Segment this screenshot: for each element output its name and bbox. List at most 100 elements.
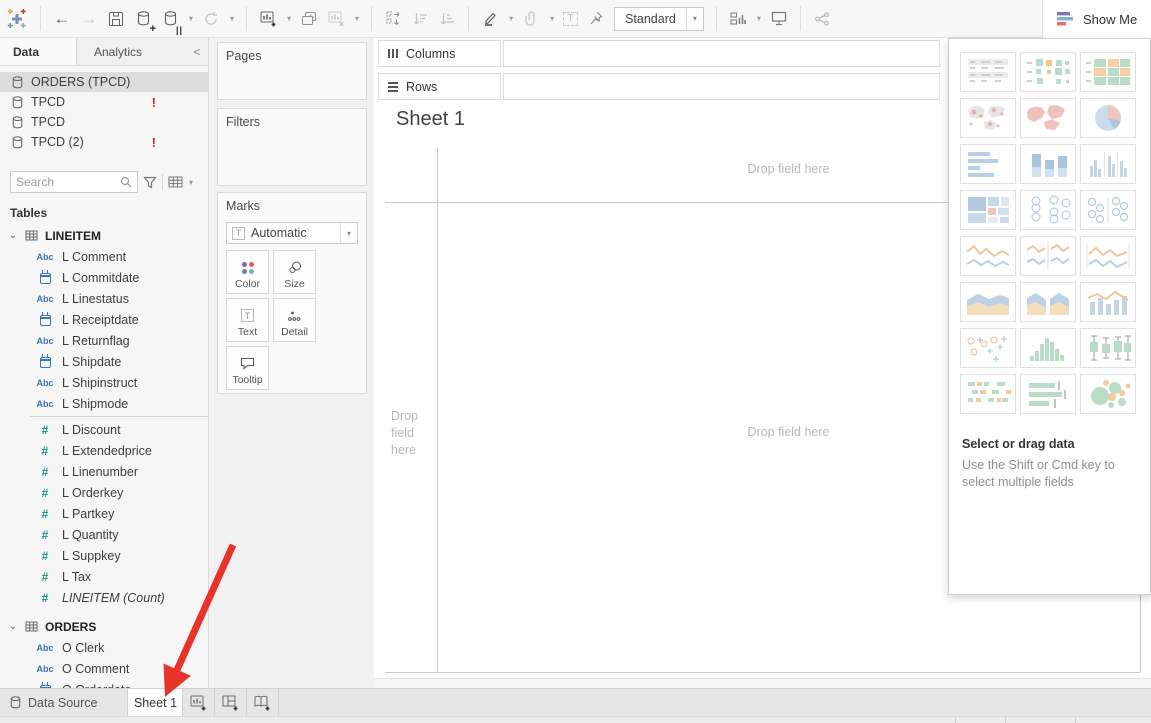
field-l-returnflag[interactable]: AbcL Returnflag [0, 330, 208, 351]
group-members-button[interactable] [522, 5, 540, 33]
field-l-shipmode[interactable]: AbcL Shipmode [0, 393, 208, 414]
clear-sheet-caret[interactable]: ▾ [355, 14, 359, 23]
mark-type-dropdown[interactable]: T Automatic ▾ [226, 222, 358, 244]
drop-zone-rows[interactable]: Drop field here [391, 408, 433, 459]
field-l-discount[interactable]: #L Discount [0, 419, 208, 440]
field-l-shipinstruct[interactable]: AbcL Shipinstruct [0, 372, 208, 393]
showme-bullet-graph-thumbnail[interactable] [1020, 374, 1076, 414]
showme-dual-lines-thumbnail[interactable] [1080, 236, 1136, 276]
showme-text-table-thumbnail[interactable] [960, 52, 1016, 92]
fit-selector-caret[interactable]: ▾ [686, 8, 703, 30]
show-me-button[interactable]: Show Me [1042, 0, 1151, 38]
showme-packed-bubbles-thumbnail[interactable] [1080, 374, 1136, 414]
showme-filled-map-thumbnail[interactable] [1020, 98, 1076, 138]
highlight-caret[interactable]: ▾ [509, 14, 513, 23]
refresh-data-source-button[interactable] [202, 5, 220, 33]
tab-data[interactable]: Data [0, 38, 77, 65]
show-hide-cards-caret[interactable]: ▾ [757, 14, 761, 23]
showme-stacked-bars-thumbnail[interactable] [1020, 144, 1076, 184]
table-orders[interactable]: ⌄ ORDERS [0, 616, 208, 637]
tableau-logo-icon[interactable] [6, 5, 28, 33]
showme-continuous-lines-thumbnail[interactable] [960, 236, 1016, 276]
rows-shelf[interactable] [503, 73, 940, 100]
field-o-orderdate[interactable]: O Orderdate [0, 679, 208, 688]
tab-analytics[interactable]: Analytics [77, 38, 186, 65]
sort-descending-button[interactable] [438, 5, 456, 33]
showme-continuous-area-thumbnail[interactable] [960, 282, 1016, 322]
sheet1-tab[interactable]: Sheet 1 [127, 689, 183, 716]
color-button[interactable]: Color [226, 250, 269, 294]
show-hide-cards-button[interactable] [729, 5, 747, 33]
field-lineitem-count[interactable]: #LINEITEM (Count) [0, 587, 208, 608]
new-story-tab-button[interactable] [247, 689, 279, 716]
showme-circle-views-thumbnail[interactable] [1020, 190, 1076, 230]
pause-updates-caret[interactable]: ▾ [189, 14, 193, 23]
presentation-mode-button[interactable] [770, 5, 788, 33]
show-mark-labels-button[interactable]: T [563, 12, 578, 26]
duplicate-sheet-button[interactable] [300, 5, 318, 33]
detail-button[interactable]: Detail [273, 298, 316, 342]
text-button[interactable]: T Text [226, 298, 269, 342]
sort-ascending-button[interactable] [411, 5, 429, 33]
search-input[interactable] [16, 175, 120, 189]
field-l-partkey[interactable]: #L Partkey [0, 503, 208, 524]
showme-side-by-side-bars-thumbnail[interactable] [1080, 144, 1136, 184]
view-data-grid-button[interactable] [168, 176, 183, 188]
grid-view-caret[interactable]: ▾ [189, 178, 193, 187]
showme-horizontal-bars-thumbnail[interactable] [960, 144, 1016, 184]
save-button[interactable] [107, 5, 125, 33]
showme-scatter-plot-thumbnail[interactable] [960, 328, 1016, 368]
field-l-tax[interactable]: #L Tax [0, 566, 208, 587]
filter-fields-button[interactable] [143, 176, 157, 189]
showme-discrete-area-thumbnail[interactable] [1020, 282, 1076, 322]
field-l-linenumber[interactable]: #L Linenumber [0, 461, 208, 482]
field-l-extendedprice[interactable]: #L Extendedprice [0, 440, 208, 461]
field-o-clerk[interactable]: AbcO Clerk [0, 637, 208, 658]
new-dashboard-tab-button[interactable] [215, 689, 247, 716]
field-l-receiptdate[interactable]: L Receiptdate [0, 309, 208, 330]
add-data-source-button[interactable]: + [134, 5, 152, 33]
showme-highlight-table-thumbnail[interactable] [1080, 52, 1136, 92]
search-box[interactable] [10, 171, 138, 193]
collapse-pane-button[interactable]: < [186, 38, 208, 65]
new-worksheet-button[interactable] [259, 5, 277, 33]
columns-shelf[interactable] [503, 40, 940, 67]
clear-sheet-button[interactable] [327, 5, 345, 33]
field-l-quantity[interactable]: #L Quantity [0, 524, 208, 545]
showme-pie-chart-thumbnail[interactable] [1080, 98, 1136, 138]
showme-box-and-whisker-thumbnail[interactable] [1080, 328, 1136, 368]
pause-auto-updates-button[interactable]: || [161, 5, 179, 33]
swap-rows-columns-button[interactable] [384, 5, 402, 33]
new-worksheet-tab-button[interactable] [183, 689, 215, 716]
datasource-item[interactable]: ORDERS (TPCD) [0, 72, 208, 92]
pages-shelf[interactable]: Pages [217, 42, 367, 100]
share-workbook-button[interactable] [813, 5, 831, 33]
showme-dual-combination-thumbnail[interactable] [1080, 282, 1136, 322]
new-sheet-caret[interactable]: ▾ [287, 14, 291, 23]
showme-gantt-thumbnail[interactable] [960, 374, 1016, 414]
mark-type-caret[interactable]: ▾ [340, 223, 357, 243]
field-l-shipdate[interactable]: L Shipdate [0, 351, 208, 372]
field-l-linestatus[interactable]: AbcL Linestatus [0, 288, 208, 309]
chevron-down-icon[interactable]: ⌄ [8, 230, 18, 241]
showme-heat-map-thumbnail[interactable] [1020, 52, 1076, 92]
chevron-down-icon[interactable]: ⌄ [8, 621, 18, 632]
refresh-caret[interactable]: ▾ [230, 14, 234, 23]
datasource-item[interactable]: TPCD ! [0, 92, 208, 112]
fix-axes-button[interactable] [587, 5, 605, 33]
showme-treemap-thumbnail[interactable] [960, 190, 1016, 230]
datasource-item[interactable]: TPCD (2) ! [0, 132, 208, 152]
tooltip-button[interactable]: Tooltip [226, 346, 269, 390]
horizontal-scroll-area[interactable] [374, 678, 1151, 688]
highlight-button[interactable] [481, 5, 499, 33]
size-button[interactable]: Size [273, 250, 316, 294]
table-lineitem[interactable]: ⌄ LINEITEM [0, 225, 208, 246]
showme-symbol-map-thumbnail[interactable] [960, 98, 1016, 138]
group-caret[interactable]: ▾ [550, 14, 554, 23]
field-l-commitdate[interactable]: L Commitdate [0, 267, 208, 288]
showme-histogram-thumbnail[interactable] [1020, 328, 1076, 368]
fit-selector[interactable]: Standard ▾ [614, 7, 704, 31]
field-l-suppkey[interactable]: #L Suppkey [0, 545, 208, 566]
datasource-item[interactable]: TPCD [0, 112, 208, 132]
showme-discrete-lines-thumbnail[interactable] [1020, 236, 1076, 276]
